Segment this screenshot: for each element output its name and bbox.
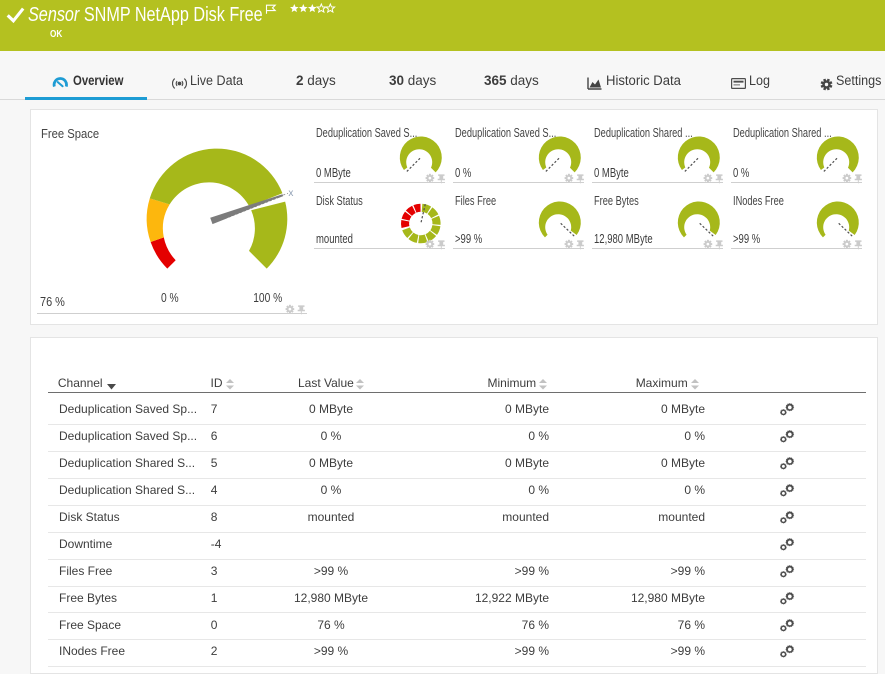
svg-text:x: x [288,188,293,199]
